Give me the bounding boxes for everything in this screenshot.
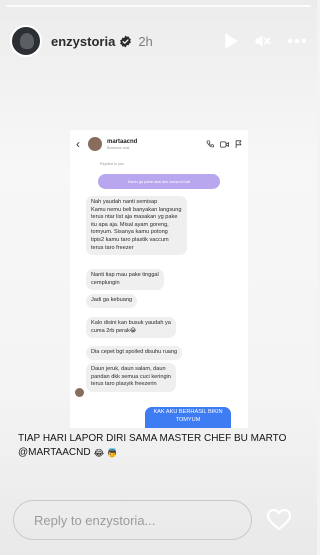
post-time: 2h: [138, 33, 153, 49]
dm-names: martaacnd Business chat: [107, 139, 137, 150]
flag-icon: [235, 140, 242, 148]
received-message: Nah yaudah nanti semisap Kamu nemu beli …: [86, 196, 187, 256]
received-message: Dia cepet bgt spoiled disuhu ruang: [86, 346, 183, 360]
reply-input[interactable]: Reply to enzystoria...: [13, 500, 252, 540]
back-arrow-icon: ‹: [76, 137, 80, 151]
mute-icon[interactable]: [254, 33, 271, 49]
replied-label: Replied to you: [100, 162, 125, 166]
avatar[interactable]: [10, 25, 42, 57]
dm-contact-subtitle: Business chat: [107, 145, 130, 150]
story-view: enzystoria 2h ‹ martaacnd Business chat: [0, 0, 317, 555]
username[interactable]: enzystoria: [51, 34, 115, 49]
dm-contact-name: martaacnd: [107, 138, 138, 145]
received-message: Jadi ga kebuang: [86, 294, 138, 308]
sent-message-bubble: Kamu ga pakai akal aku cuma ini kali: [98, 174, 220, 189]
story-progress-fill: [6, 5, 311, 7]
heart-icon[interactable]: [266, 508, 292, 531]
dm-small-avatar: [75, 388, 84, 397]
dm-header-icons: [206, 140, 242, 148]
mention-link[interactable]: @MARTAACND: [18, 446, 91, 460]
caption-emojis: 😂 👼: [93, 448, 118, 458]
dm-avatar: [88, 137, 102, 151]
story-progress-bar: [6, 5, 311, 7]
header-controls: [223, 33, 307, 49]
sent-message-bubble-blue: KAK AKU BERHASIL BIKIN TOMYUM: [145, 407, 231, 428]
caption-line-2: @MARTAACND 😂 👼: [18, 446, 308, 460]
phone-icon: [206, 140, 214, 148]
dm-header: ‹ martaacnd Business chat: [70, 130, 248, 158]
received-message: Kalo disini kan busuk yaudah ya cuma 2rb…: [86, 317, 176, 339]
verified-badge-icon: [120, 35, 132, 47]
play-icon[interactable]: [223, 33, 238, 49]
story-header: enzystoria 2h: [0, 22, 317, 60]
received-message: Daun jeruk, daun salam, daun pandan dkk …: [86, 363, 176, 392]
video-icon: [220, 141, 229, 147]
caption-line-1: TIAP HARI LAPOR DIRI SAMA MASTER CHEF BU…: [18, 433, 287, 444]
more-icon[interactable]: [287, 38, 307, 44]
received-message: Nanti tiap mau pake tinggal cemplungin: [86, 269, 164, 291]
dm-screenshot: ‹ martaacnd Business chat Replied to you…: [70, 130, 248, 428]
story-caption: TIAP HARI LAPOR DIRI SAMA MASTER CHEF BU…: [18, 432, 308, 460]
